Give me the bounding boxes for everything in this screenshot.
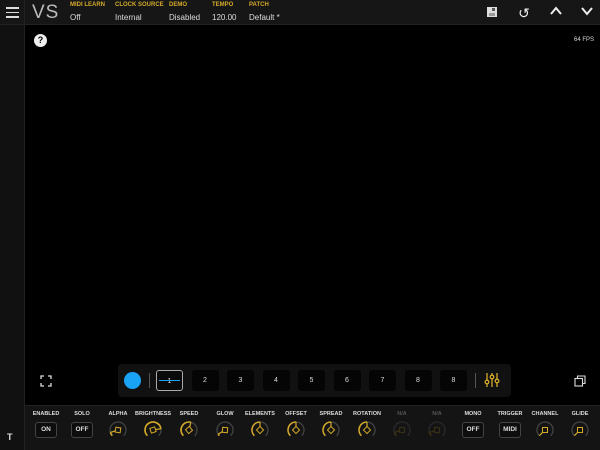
slot-bar: 123456788 xyxy=(118,364,511,397)
text-icon[interactable]: T xyxy=(7,432,13,442)
knob[interactable] xyxy=(427,420,447,440)
demo-field[interactable]: DEMO Disabled xyxy=(169,2,200,22)
field-value: Internal xyxy=(115,13,142,22)
control-label: MONO xyxy=(464,411,482,417)
knob[interactable] xyxy=(570,420,590,440)
control-n-a: N/A xyxy=(419,411,455,440)
control-label: CHANNEL xyxy=(531,411,559,417)
divider xyxy=(475,373,476,388)
field-label: DEMO xyxy=(169,2,187,8)
field-value: 120.00 xyxy=(212,13,237,22)
field-label: MIDI LEARN xyxy=(70,2,105,8)
control-label: SPEED xyxy=(179,411,199,417)
control-glow: GLOW xyxy=(207,411,243,440)
control-offset: OFFSET xyxy=(278,411,314,440)
field-label: PATCH xyxy=(249,2,269,8)
slot-button[interactable]: 7 xyxy=(369,370,396,391)
control-channel: CHANNEL xyxy=(527,411,563,440)
slot-button[interactable]: 8 xyxy=(404,370,432,391)
control-label: N/A xyxy=(432,411,442,417)
toggle-button[interactable]: MIDI xyxy=(499,422,521,438)
control-alpha: ALPHA xyxy=(100,411,136,440)
knob[interactable] xyxy=(321,420,341,440)
menu-icon[interactable] xyxy=(0,0,25,25)
control-n-a: N/A xyxy=(384,411,420,440)
control-label: TRIGGER xyxy=(497,411,523,417)
top-bar: VS MIDI LEARN Off CLOCK SOURCE Internal DE… xyxy=(0,0,600,25)
patch-field[interactable]: PATCH Default * xyxy=(249,2,280,22)
mixer-settings-icon[interactable] xyxy=(484,372,500,388)
fullscreen-icon[interactable] xyxy=(40,375,52,387)
control-speed: SPEED xyxy=(171,411,207,440)
field-value: Off xyxy=(70,13,81,22)
control-brightness: BRIGHTNESS xyxy=(135,411,171,440)
slot-button[interactable]: 2 xyxy=(191,370,219,391)
field-label: TEMPO xyxy=(212,2,234,8)
control-label: GLIDE xyxy=(571,411,589,417)
control-label: ELEMENTS xyxy=(245,411,275,417)
knob[interactable] xyxy=(215,420,235,440)
knob[interactable] xyxy=(143,420,163,440)
control-glide: GLIDE xyxy=(562,411,598,440)
knob[interactable] xyxy=(535,420,555,440)
copy-icon[interactable] xyxy=(574,375,586,387)
knob[interactable] xyxy=(392,420,412,440)
slot-button[interactable]: 1 xyxy=(156,370,183,391)
control-label: SOLO xyxy=(74,411,90,417)
fps-counter: 64 FPS xyxy=(573,37,594,43)
control-trigger: TRIGGER MIDI xyxy=(492,411,528,438)
tempo-field[interactable]: TEMPO 120.00 xyxy=(212,2,236,22)
slot-button[interactable]: 3 xyxy=(227,370,254,391)
color-picker-button[interactable] xyxy=(124,372,141,389)
toggle-button[interactable]: OFF xyxy=(462,422,484,438)
control-label: ROTATION xyxy=(353,411,381,417)
knob[interactable] xyxy=(108,420,128,440)
sidebar xyxy=(0,25,25,450)
control-label: ENABLED xyxy=(32,411,60,417)
control-rotation: ROTATION xyxy=(349,411,385,440)
knob[interactable] xyxy=(357,420,377,440)
midi-learn-field[interactable]: MIDI LEARN Off xyxy=(70,2,105,22)
control-spread: SPREAD xyxy=(313,411,349,440)
control-mono: MONO OFF xyxy=(455,411,491,438)
field-value: Default * xyxy=(249,13,280,22)
control-label: SPREAD xyxy=(319,411,343,417)
control-enabled: ENABLED ON xyxy=(28,411,64,438)
control-elements: ELEMENTS xyxy=(242,411,278,440)
slot-button[interactable]: 5 xyxy=(298,370,325,391)
control-solo: SOLO OFF xyxy=(64,411,100,438)
slot-button[interactable]: 6 xyxy=(333,370,361,391)
save-icon[interactable] xyxy=(483,4,501,22)
control-label: N/A xyxy=(397,411,407,417)
knob[interactable] xyxy=(286,420,306,440)
control-label: OFFSET xyxy=(285,411,307,417)
knob[interactable] xyxy=(179,420,199,440)
slot-button[interactable]: 4 xyxy=(262,370,290,391)
chevron-up-icon[interactable] xyxy=(547,4,565,22)
control-label: BRIGHTNESS xyxy=(135,411,172,417)
app-logo: VS xyxy=(32,2,60,23)
undo-icon[interactable]: ↺ xyxy=(515,4,533,22)
help-icon[interactable]: ? xyxy=(34,34,47,47)
clock-source-field[interactable]: CLOCK SOURCE Internal xyxy=(115,2,164,22)
slot-button[interactable]: 8 xyxy=(440,370,467,391)
knob[interactable] xyxy=(250,420,270,440)
divider xyxy=(149,373,150,388)
control-label: ALPHA xyxy=(108,411,128,417)
field-label: CLOCK SOURCE xyxy=(115,2,164,8)
toggle-button[interactable]: ON xyxy=(35,422,57,438)
control-label: GLOW xyxy=(216,411,234,417)
field-value: Disabled xyxy=(169,13,201,22)
chevron-down-icon[interactable] xyxy=(578,4,596,22)
toggle-button[interactable]: OFF xyxy=(71,422,93,438)
